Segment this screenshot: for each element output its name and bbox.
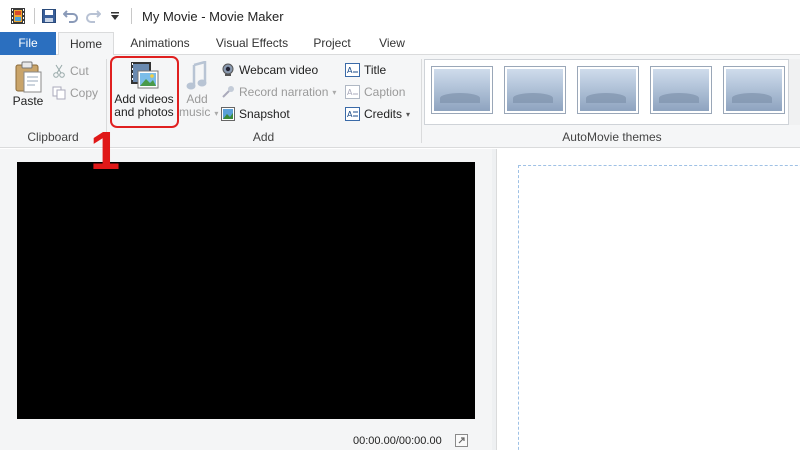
- title-icon: A: [345, 63, 360, 77]
- storyboard-pane: [496, 149, 800, 450]
- workspace: 00:00.00/00:00.00: [0, 149, 800, 450]
- theme-thumbnail[interactable]: [431, 66, 493, 114]
- credits-icon: A: [345, 107, 360, 121]
- caption-button[interactable]: A Caption: [345, 82, 405, 102]
- customize-dropdown-icon[interactable]: [105, 6, 125, 26]
- title-label: Title: [364, 63, 387, 77]
- quick-access-toolbar: [0, 0, 136, 32]
- gallery-scrollbar[interactable]: [788, 59, 800, 125]
- snapshot-icon: [221, 107, 235, 121]
- group-separator: [421, 59, 422, 143]
- window-title: My Movie - Movie Maker: [142, 8, 284, 24]
- dropdown-arrow-icon: ▾: [332, 87, 337, 97]
- tab-project[interactable]: Project: [308, 32, 356, 55]
- add-music-label-text: music: [179, 105, 211, 119]
- movie-maker-app-icon[interactable]: [8, 6, 28, 26]
- theme-thumbnail[interactable]: [650, 66, 712, 114]
- toolbar-separator: [131, 8, 132, 24]
- theme-preview-image: [653, 69, 709, 111]
- microphone-icon: [221, 85, 235, 99]
- step-number-annotation: 1: [90, 121, 121, 181]
- dropdown-arrow-icon: ▾: [214, 109, 219, 118]
- tab-home[interactable]: Home: [58, 32, 114, 56]
- copy-label: Copy: [70, 86, 99, 100]
- paste-label: Paste: [12, 94, 44, 108]
- theme-preview-image: [434, 69, 490, 111]
- cut-label: Cut: [70, 64, 89, 78]
- save-icon[interactable]: [39, 6, 59, 26]
- svg-text:A: A: [347, 88, 353, 97]
- title-bar: My Movie - Movie Maker: [0, 0, 800, 32]
- theme-preview-image: [507, 69, 563, 111]
- tab-animations[interactable]: Animations: [126, 32, 194, 55]
- automovie-themes-group: AutoMovie themes: [424, 55, 800, 148]
- toolbar-separator: [34, 8, 35, 24]
- paste-icon: [15, 61, 42, 93]
- caption-label: Caption: [364, 85, 406, 99]
- music-note-icon: [186, 61, 207, 90]
- theme-thumbnail[interactable]: [723, 66, 785, 114]
- tab-visual-effects[interactable]: Visual Effects: [212, 32, 292, 55]
- theme-preview-image: [726, 69, 782, 111]
- expand-preview-icon[interactable]: [455, 434, 468, 447]
- webcam-video-label: Webcam video: [239, 63, 319, 77]
- undo-icon[interactable]: [61, 6, 81, 26]
- record-narration-button[interactable]: Record narration ▾: [221, 82, 336, 102]
- storyboard-drop-zone[interactable]: [518, 165, 800, 450]
- video-preview[interactable]: [17, 162, 475, 419]
- cut-button[interactable]: Cut: [52, 61, 89, 81]
- automovie-theme-gallery: [424, 59, 800, 125]
- svg-text:A: A: [347, 66, 353, 75]
- theme-thumbnail[interactable]: [577, 66, 639, 114]
- theme-preview-image: [580, 69, 636, 111]
- dropdown-arrow-icon: ▾: [406, 109, 411, 119]
- credits-label: Credits: [364, 107, 403, 121]
- add-group-label: Add: [252, 130, 275, 144]
- caption-icon: A: [345, 85, 360, 99]
- ribbon-tabs: File Home Animations Visual Effects Proj…: [0, 32, 800, 56]
- timecode: 00:00.00/00:00.00: [353, 435, 442, 447]
- add-music-label-line2: music ▾: [179, 105, 219, 120]
- record-narration-label: Record narration: [239, 85, 329, 99]
- title-button[interactable]: A Title: [345, 60, 386, 80]
- highlight-box: [110, 56, 179, 128]
- add-music-button[interactable]: Add music ▾: [179, 61, 219, 120]
- webcam-icon: [221, 63, 235, 77]
- theme-thumbnail[interactable]: [504, 66, 566, 114]
- tab-view[interactable]: View: [372, 32, 412, 55]
- paste-button[interactable]: Paste: [8, 61, 48, 108]
- redo-icon[interactable]: [83, 6, 103, 26]
- copy-icon: [52, 86, 66, 100]
- webcam-video-button[interactable]: Webcam video: [221, 60, 318, 80]
- scissors-icon: [52, 64, 66, 78]
- credits-button[interactable]: A Credits ▾: [345, 104, 410, 124]
- svg-text:A: A: [347, 110, 353, 119]
- snapshot-label: Snapshot: [239, 107, 290, 121]
- copy-button[interactable]: Copy: [52, 83, 98, 103]
- automovie-themes-label: AutoMovie themes: [562, 130, 662, 144]
- snapshot-button[interactable]: Snapshot: [221, 104, 290, 124]
- preview-pane: 00:00.00/00:00.00: [0, 149, 492, 450]
- tab-file[interactable]: File: [0, 32, 56, 55]
